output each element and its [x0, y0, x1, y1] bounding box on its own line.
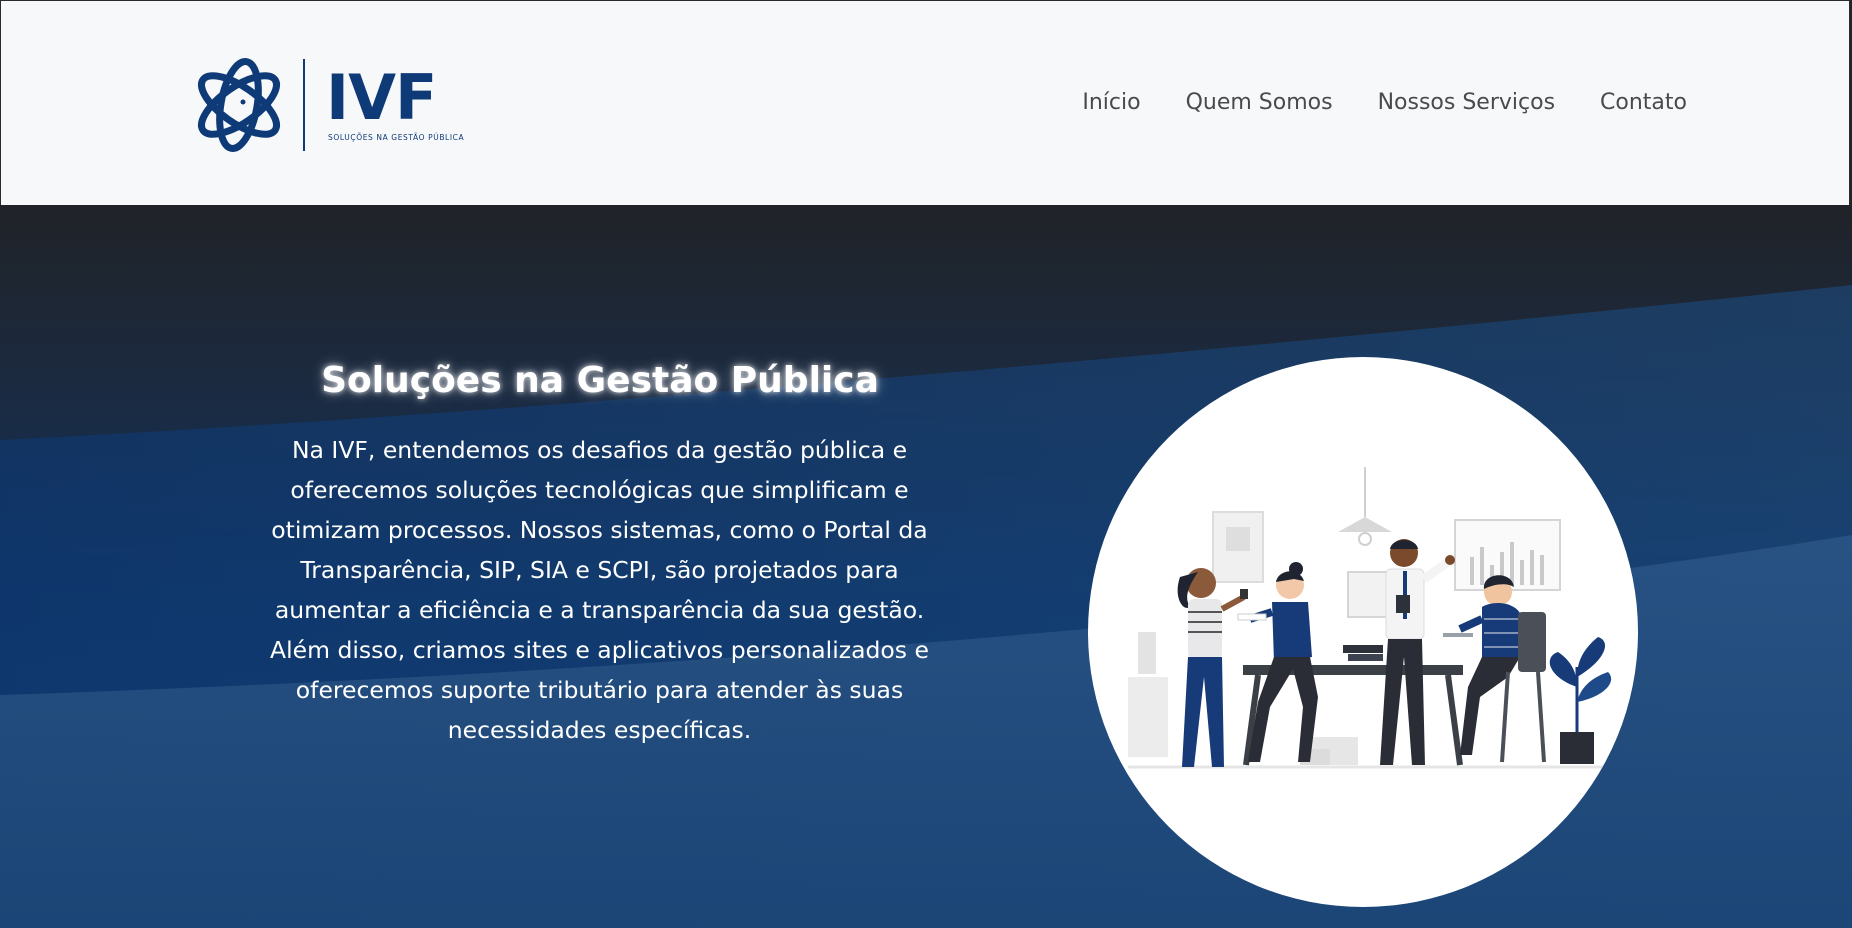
hero-illustration-circle: [1088, 357, 1638, 907]
team-meeting-illustration: [1128, 467, 1612, 769]
nav-nossos-servicos[interactable]: Nossos Serviços: [1378, 90, 1555, 115]
main-nav: Início Quem Somos Nossos Serviços Contat…: [1082, 90, 1687, 115]
logo-tagline: SOLUÇÕES NA GESTÃO PÚBLICA: [328, 133, 465, 142]
nav-quem-somos[interactable]: Quem Somos: [1186, 90, 1333, 115]
atom-logo-icon: [198, 58, 305, 152]
hero-description: Na IVF, entendemos os desafios da gestão…: [270, 436, 929, 744]
nav-contato[interactable]: Contato: [1600, 90, 1687, 115]
logo-link[interactable]: IVF SOLUÇÕES NA GESTÃO PÚBLICA: [191, 55, 464, 155]
nav-inicio[interactable]: Início: [1082, 90, 1140, 115]
logo-wordmark: IVF: [326, 61, 437, 134]
hero-title: Soluções na Gestão Pública: [321, 360, 879, 401]
site-header: IVF SOLUÇÕES NA GESTÃO PÚBLICA Início Qu…: [0, 0, 1850, 205]
hero-section: Soluções na Gestão Pública Na IVF, enten…: [0, 205, 1852, 928]
